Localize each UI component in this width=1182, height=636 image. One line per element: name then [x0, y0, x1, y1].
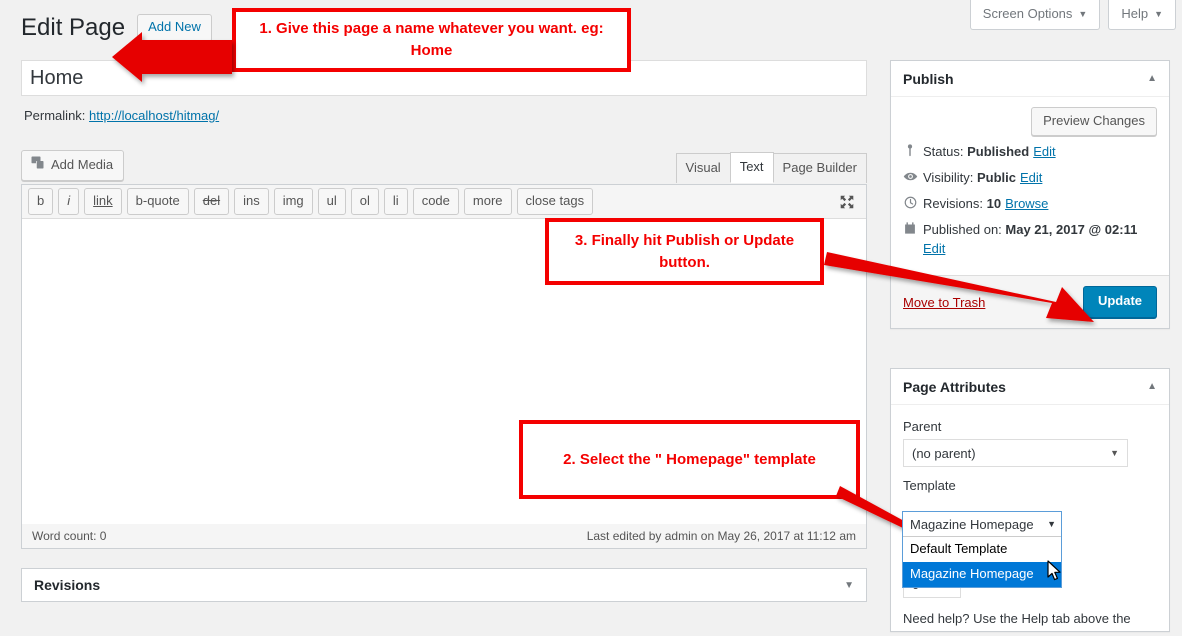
published-value: May 21, 2017 @ 02:11: [1005, 221, 1138, 237]
quicktag-li[interactable]: li: [383, 188, 408, 215]
revisions-postbox[interactable]: Revisions ▼: [21, 568, 867, 602]
published-label: Published on:: [923, 221, 1002, 237]
chevron-down-icon: ▼: [1078, 9, 1088, 19]
status-label: Status:: [923, 144, 964, 160]
quicktag-i[interactable]: i: [58, 188, 80, 215]
quicktag-ins[interactable]: ins: [234, 188, 269, 215]
status-text: Status: Published Edit: [923, 143, 1056, 162]
add-new-button[interactable]: Add New: [137, 13, 212, 42]
tab-page-builder[interactable]: Page Builder: [772, 153, 867, 184]
parent-select[interactable]: (no parent) ▼: [903, 439, 1128, 467]
status-row: Status: Published Edit: [903, 143, 1157, 162]
move-to-trash-link[interactable]: Move to Trash: [903, 295, 985, 310]
revisions-count: 10: [986, 195, 1002, 211]
visibility-row: Visibility: Public Edit: [903, 169, 1157, 188]
quicktag-ol[interactable]: ol: [350, 188, 379, 215]
permalink: Permalink: http://localhost/hitmag/: [24, 108, 219, 123]
quicktag-code[interactable]: code: [412, 188, 459, 215]
eye-icon: [903, 169, 923, 184]
clock-icon: [903, 195, 923, 210]
screen-options-button[interactable]: Screen Options ▼: [969, 0, 1101, 30]
status-value: Published: [967, 144, 1030, 160]
add-media-label: Add Media: [51, 157, 114, 172]
annotation-callout-2: 2. Select the " Homepage" template: [519, 420, 860, 499]
chevron-up-icon[interactable]: ▲: [1147, 73, 1157, 84]
chevron-down-icon: ▼: [1110, 448, 1119, 458]
revisions-browse-link[interactable]: Browse: [1005, 196, 1048, 211]
chevron-up-icon[interactable]: ▲: [1147, 381, 1157, 392]
chevron-down-icon: ▼: [1047, 519, 1056, 529]
revisions-text: Revisions: 10 Browse: [923, 195, 1048, 214]
help-button[interactable]: Help ▼: [1108, 0, 1176, 30]
publish-box-body: Preview Changes Status: Published Edit Vi…: [891, 97, 1169, 275]
preview-changes-button[interactable]: Preview Changes: [1031, 107, 1157, 137]
published-on-text: Published on: May 21, 2017 @ 02:11 Edit: [923, 221, 1137, 259]
quicktag-close-tags[interactable]: close tags: [516, 188, 594, 215]
help-label: Help: [1121, 6, 1149, 21]
add-media-button[interactable]: Add Media: [21, 150, 125, 182]
chevron-down-icon: ▼: [1154, 9, 1163, 19]
tab-text[interactable]: Text: [729, 152, 774, 184]
quicktag-link[interactable]: link: [84, 188, 122, 215]
page-title: Edit Page: [21, 14, 126, 41]
quicktag-img[interactable]: img: [273, 188, 313, 215]
page-attributes-postbox: Page Attributes ▲ Parent (no parent) ▼ T…: [890, 368, 1170, 632]
published-on-row: Published on: May 21, 2017 @ 02:11 Edit: [903, 221, 1157, 259]
quicktag-ul[interactable]: ul: [317, 188, 346, 215]
status-edit-link[interactable]: Edit: [1033, 144, 1055, 159]
word-count: Word count: 0: [32, 529, 107, 543]
quicktag-del[interactable]: del: [193, 188, 230, 215]
permalink-label: Permalink:: [24, 108, 86, 123]
screen-options-label: Screen Options: [982, 6, 1073, 21]
quicktags-toolbar: b i link b-quote del ins img ul ol li co…: [22, 185, 866, 219]
visibility-text: Visibility: Public Edit: [923, 169, 1042, 188]
post-status-icon: [903, 143, 923, 157]
template-option-default[interactable]: Default Template: [903, 537, 1061, 562]
revisions-row: Revisions: 10 Browse: [903, 195, 1157, 214]
template-select-open[interactable]: Magazine Homepage ▼ Default Template Mag…: [902, 511, 1062, 589]
tab-visual[interactable]: Visual: [675, 153, 731, 184]
publish-actions: Move to Trash Update: [891, 275, 1169, 328]
publish-box-header: Publish ▲: [891, 61, 1169, 97]
last-edited: Last edited by admin on May 26, 2017 at …: [586, 529, 856, 543]
parent-selected-value: (no parent): [912, 445, 976, 461]
screen-meta-links: Screen Options ▼ Help ▼: [969, 0, 1176, 30]
mouse-cursor: [1047, 560, 1063, 587]
editor-status-bar: Word count: 0 Last edited by admin on Ma…: [21, 524, 867, 549]
template-label: Template: [903, 478, 956, 493]
quicktag-b[interactable]: b: [28, 188, 54, 215]
template-selected-value: Magazine Homepage: [910, 516, 1034, 532]
template-select-current[interactable]: Magazine Homepage ▼: [903, 512, 1061, 536]
template-option-list: Default Template Magazine Homepage: [903, 536, 1061, 588]
published-edit-link[interactable]: Edit: [923, 240, 1137, 259]
page-attributes-help-note: Need help? Use the Help tab above the: [903, 611, 1131, 626]
page-header: Edit Page Add New: [21, 12, 212, 43]
media-icon: [30, 155, 45, 175]
calendar-icon: [903, 221, 923, 235]
visibility-value: Public: [976, 170, 1016, 186]
visibility-edit-link[interactable]: Edit: [1020, 170, 1042, 185]
quicktag-more[interactable]: more: [463, 188, 512, 215]
chevron-down-icon[interactable]: ▼: [844, 580, 854, 591]
annotation-callout-3: 3. Finally hit Publish or Update button.: [545, 218, 824, 285]
permalink-url[interactable]: http://localhost/hitmag/: [89, 108, 219, 123]
update-button[interactable]: Update: [1082, 286, 1157, 318]
parent-label: Parent: [903, 419, 942, 434]
page-attributes-header: Page Attributes ▲: [891, 369, 1169, 405]
publish-postbox: Publish ▲ Preview Changes Status: Publis…: [890, 60, 1170, 329]
template-option-magazine-homepage[interactable]: Magazine Homepage: [903, 562, 1061, 588]
fullscreen-icon[interactable]: [838, 193, 856, 216]
annotation-callout-1: 1. Give this page a name whatever you wa…: [232, 8, 631, 72]
wordpress-edit-page-screen: Screen Options ▼ Help ▼ Edit Page Add New …: [0, 0, 1182, 636]
revisions-label: Revisions:: [923, 195, 983, 211]
revisions-title: Revisions: [34, 577, 101, 593]
editor-mode-tabs: Visual Text Page Builder: [675, 152, 867, 184]
page-attributes-title: Page Attributes: [903, 378, 1006, 395]
publish-title: Publish: [903, 70, 954, 87]
visibility-label: Visibility:: [923, 170, 974, 186]
quicktag-b-quote[interactable]: b-quote: [126, 188, 189, 215]
preview-row: Preview Changes: [903, 107, 1157, 137]
